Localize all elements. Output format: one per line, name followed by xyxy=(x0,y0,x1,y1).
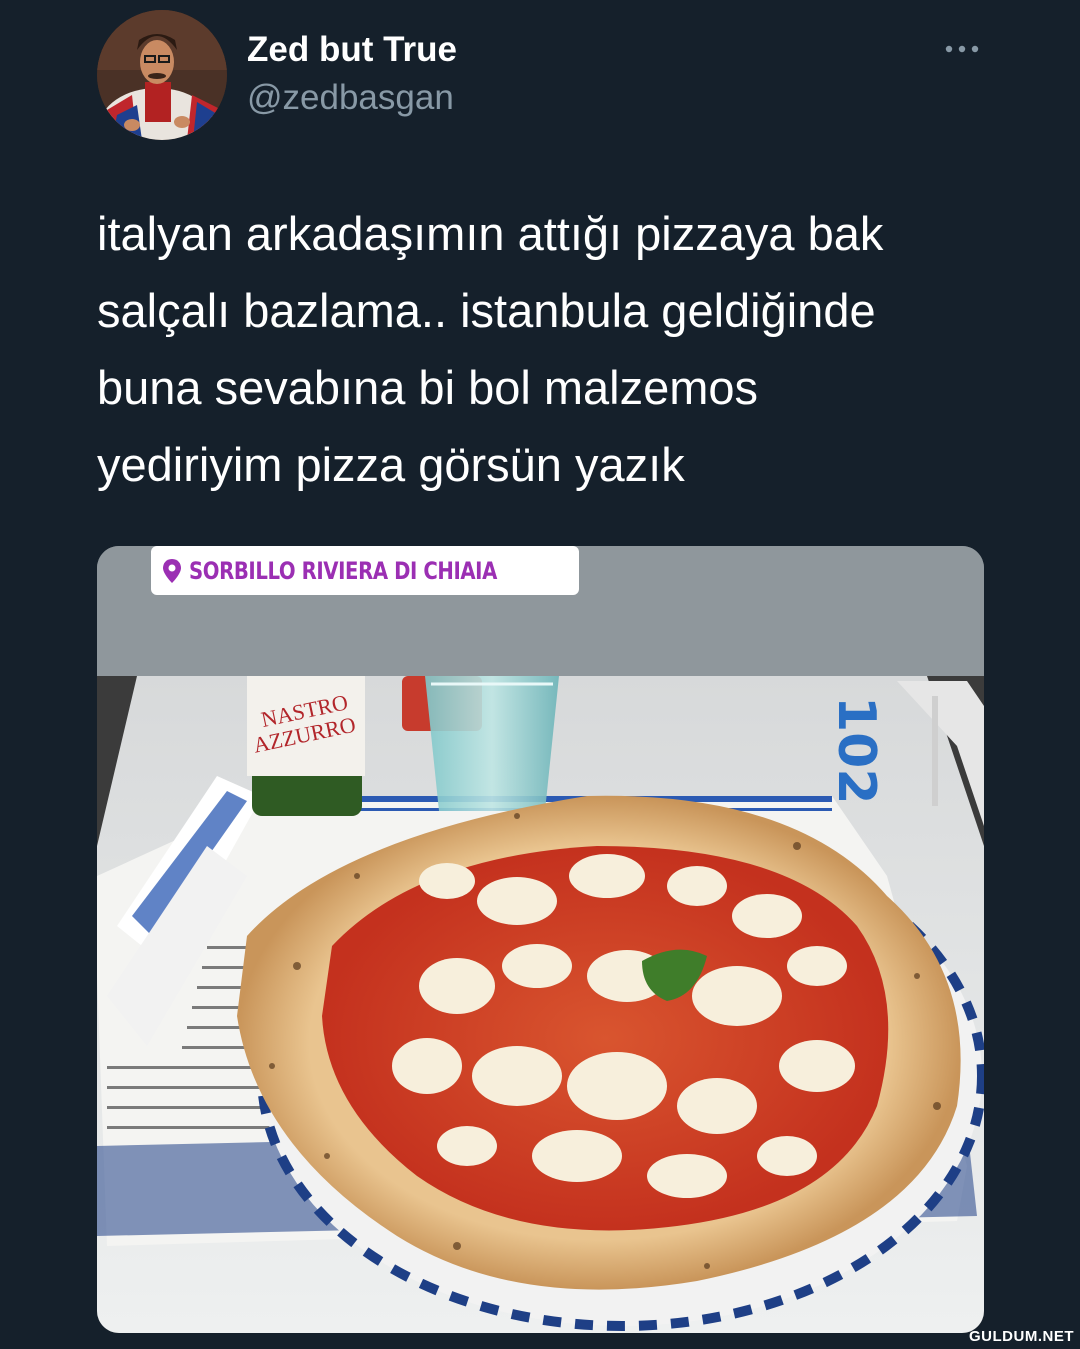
watermark: GULDUM.NET xyxy=(969,1328,1074,1345)
author-display-name[interactable]: Zed but True xyxy=(247,30,457,70)
more-options-button[interactable] xyxy=(940,34,984,64)
author-avatar[interactable] xyxy=(97,10,227,140)
avatar-image xyxy=(97,10,227,140)
location-sticker: SORBILLO RIVIERA DI CHIAIA xyxy=(151,546,579,595)
tweet-text: italyan arkadaşımın attığı pizzaya bak s… xyxy=(97,207,884,491)
location-text: SORBILLO RIVIERA DI CHIAIA xyxy=(189,556,497,585)
tweet-media-photo[interactable]: 102 NASTRO AZZURRO SORBILLO RIVIERA DI C… xyxy=(97,546,984,1333)
pizza-photo: 102 NASTRO AZZURRO xyxy=(97,546,984,1333)
table-number-label: 102 xyxy=(826,696,886,805)
author-handle[interactable]: @zedbasgan xyxy=(247,78,454,118)
location-pin-icon xyxy=(163,558,181,583)
more-horizontal-icon xyxy=(945,45,979,53)
